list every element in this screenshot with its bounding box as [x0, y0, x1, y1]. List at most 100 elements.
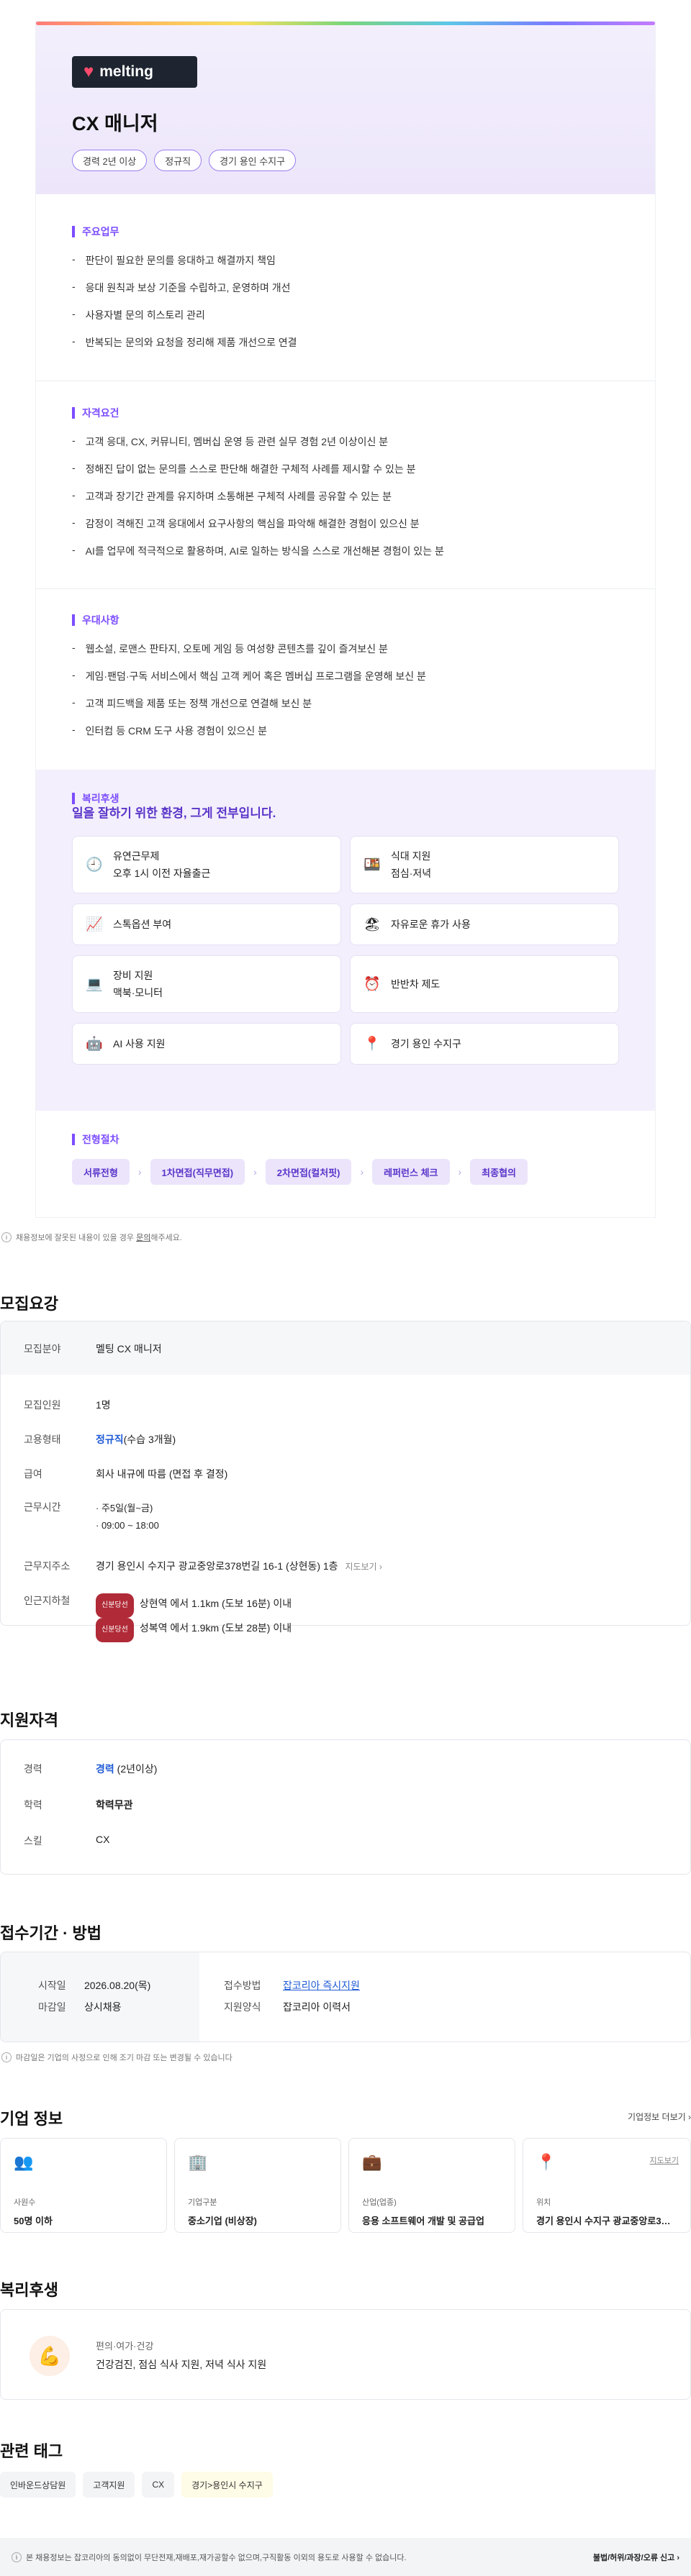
qualifications-section: 자격요건 - 고객 응대, CX, 커뮤니티, 멤버십 운영 등 관련 실무 경험…	[72, 406, 619, 557]
job-detail-card: ♥ melting CX 매니저 경력 2년 이상 정규직 경기 용인 수지구 …	[36, 22, 655, 1217]
section-bar	[72, 1134, 75, 1145]
period-heading: 접수기간 · 방법	[0, 1924, 101, 1942]
company-info-card: 💼 산업(업종) 응용 소프트웨어 개발 및 공급업	[348, 2138, 515, 2233]
section-bar	[72, 226, 75, 237]
list-item: - 웹소설, 로맨스 판타지, 오토메 게임 등 여성향 콘텐츠를 깊이 즐겨보신…	[72, 642, 388, 655]
inquiry-link[interactable]: 문의	[136, 1234, 150, 1242]
list-item: - 반복되는 문의와 요청을 정리해 제품 개선으로 연결	[72, 335, 297, 348]
list-item: - 게임·팬덤·구독 서비스에서 핵심 고객 케어 혹은 멤버십 프로그램을 운영…	[72, 669, 426, 682]
location-icon: 📍	[536, 2153, 556, 2171]
report-link[interactable]: 불법/허위/과장/오류 신고 ›	[593, 2552, 679, 2563]
company-logo: ♥ melting	[72, 56, 197, 88]
clock-icon: 🕘	[86, 857, 103, 873]
chevron-right-icon: ›	[137, 1166, 142, 1178]
company-info-card: 🏢 기업구분 중소기업 (비상장)	[174, 2138, 341, 2233]
chip-location: 경기 용인 수지구	[209, 150, 297, 171]
info-icon: i	[1, 2052, 12, 2062]
section-heading: 우대사항	[82, 614, 119, 626]
briefcase-icon: 💼	[362, 2153, 382, 2171]
pin-icon: 📍	[363, 1037, 381, 1052]
end-row: 마감일 상시채용	[38, 2001, 122, 2013]
job-chips: 경력 2년 이상 정규직 경기 용인 수지구	[72, 150, 297, 171]
period-box: 시작일 2026.08.20(목) 마감일 상시채용 접수방법 잡코리아 즉시지원 지…	[0, 1952, 691, 2042]
exp-row: 경력 경력 (2년이상)	[24, 1763, 158, 1775]
welfare-box: 💪 편의·여가·건강 건강검진, 점심 식사 지원, 저녁 식사 지원	[0, 2309, 691, 2400]
list-item: - 인터컴 등 CRM 도구 사용 경험이 있으신 분	[72, 724, 267, 737]
qualify-heading: 지원자격	[0, 1711, 58, 1729]
related-tag[interactable]: 고객지원	[83, 2472, 135, 2498]
skill-row: 스킬 CX	[24, 1834, 110, 1847]
qualify-box: 경력 경력 (2년이상) 학력 학력무관 스킬 CX	[0, 1739, 691, 1875]
welfare-heading: 복리후생	[0, 2281, 58, 2299]
list-item: - 고객 피드백을 제품 또는 정책 개선으로 연결해 보신 분	[72, 696, 312, 709]
building-icon: 🏢	[188, 2153, 208, 2171]
benefit-card: 🕘 유연근무제 오후 1시 이전 자율출근	[72, 836, 341, 893]
period-note: i 마감일은 기업의 사정으로 인해 조기 마감 또는 변경될 수 있습니다	[1, 2052, 232, 2063]
benefit-card: 🤖 AI 사용 지원	[72, 1023, 341, 1065]
benefit-card: 💻 장비 지원 맥북·모니터	[72, 955, 341, 1013]
chart-icon: 📈	[86, 917, 103, 932]
edu-row: 학력 학력무관	[24, 1799, 133, 1811]
company-info-card: 👥 사원수 50명 이하	[0, 2138, 167, 2233]
benefit-card: 📈 스톡옵션 부여	[72, 904, 341, 945]
type-row: 고용형태 정규직(수습 3개월)	[24, 1434, 176, 1445]
chevron-right-icon: ›	[253, 1166, 257, 1178]
list-item: - 고객과 장기간 관계를 유지하며 소통해본 구체적 사례를 공유할 수 있는 …	[72, 489, 392, 502]
footer: i 본 채용정보는 잡코리아의 동의없이 무단전재,재배포,재가공할수 없으며,…	[0, 2538, 691, 2576]
map-link[interactable]: 지도보기 ›	[345, 1562, 382, 1572]
section-heading: 자격요건	[82, 407, 119, 419]
section-bar	[72, 407, 75, 419]
benefit-card: 🏖 자유로운 휴가 사용	[350, 904, 619, 945]
salary-row: 급여 회사 내규에 따름 (면접 후 결정)	[24, 1468, 228, 1480]
section-heading: 주요업무	[82, 226, 119, 237]
chevron-right-icon: ›	[360, 1166, 364, 1178]
subway-row: 인근지하철 신분당선 상현역 에서 1.1km (도보 16분) 이내 신분당선 성복역…	[24, 1593, 292, 1642]
process-step: 1차면접(직무면접)	[150, 1159, 245, 1185]
job-title: CX 매니저	[72, 113, 158, 135]
benefit-card: 🍱 식대 지원 점심·저녁	[350, 836, 619, 893]
list-item: - 응대 원칙과 보상 기준을 수립하고, 운영하며 개선	[72, 281, 291, 293]
beach-icon: 🏖	[363, 917, 381, 932]
welfare-value: 건강검진, 점심 식사 지원, 저녁 식사 지원	[96, 2359, 267, 2370]
company-more-link[interactable]: 기업정보 더보기 ›	[628, 2111, 691, 2123]
list-item: - 판단이 필요한 문의를 응대하고 해결까지 책임	[72, 253, 276, 266]
related-tag[interactable]: CX	[142, 2472, 175, 2498]
heart-icon: ♥	[83, 62, 94, 81]
recruit-box: 모집분야 멜팅 CX 매니저 모집인원 1명 고용형태 정규직(수습 3개월) 급여 회…	[0, 1321, 691, 1642]
process-step: 2차면접(컬처핏)	[265, 1159, 352, 1185]
count-row: 모집인원 1명	[24, 1399, 111, 1411]
divider	[36, 588, 655, 589]
preferences-section: 우대사항 - 웹소설, 로맨스 판타지, 오토메 게임 등 여성향 콘텐츠를 깊이…	[72, 613, 619, 737]
list-item: - AI를 업무에 적극적으로 활용하며, AI로 일하는 방식을 스스로 개선해…	[72, 544, 444, 557]
company-heading: 기업 정보	[0, 2110, 63, 2128]
info-icon: i	[12, 2552, 22, 2562]
related-tag[interactable]: 인바운드상담원	[0, 2472, 76, 2498]
company-info-card: 📍 지도보기 위치 경기 용인시 수지구 광교중앙로3…	[523, 2138, 691, 2233]
benefit-card: ⏰ 반반차 제도	[350, 955, 619, 1013]
process-step: 최종협의	[470, 1159, 528, 1185]
robot-icon: 🤖	[86, 1037, 103, 1052]
list-item: - 사용자별 문의 히스토리 관리	[72, 308, 205, 321]
welfare-icon: 💪	[30, 2336, 70, 2376]
meal-icon: 🍱	[363, 857, 381, 873]
rainbow-bar	[36, 22, 655, 25]
related-tag[interactable]: 경기>용인시 수지구	[181, 2472, 273, 2498]
chip-employment: 정규직	[154, 150, 202, 171]
benefit-card: 📍 경기 용인 수지구	[350, 1023, 619, 1065]
logo-wordmark: melting	[99, 63, 153, 80]
duties-section: 주요업무 - 판단이 필요한 문의를 응대하고 해결까지 책임 - 응대 원칙과 보…	[72, 224, 619, 348]
laptop-icon: 💻	[86, 977, 103, 992]
apply-link[interactable]: 잡코리아 즉시지원	[283, 1978, 360, 1993]
method-row: 접수방법 잡코리아 즉시지원	[224, 1978, 360, 1993]
info-icon: i	[1, 1232, 12, 1242]
section-bar	[72, 614, 75, 626]
tag-list: 인바운드상담원 고객지원 CX 경기>용인시 수지구	[0, 2472, 273, 2498]
form-row: 지원양식 잡코리아 이력서	[224, 2001, 351, 2013]
recruit-heading: 모집요강	[0, 1295, 58, 1313]
welfare-category: 편의·여가·건강	[96, 2341, 154, 2352]
map-link[interactable]: 지도보기	[650, 2154, 679, 2166]
chevron-right-icon: ›	[458, 1166, 462, 1178]
hours-row: 근무시간 · 주5일(월~금) · 09:00 ~ 18:00	[24, 1501, 159, 1531]
address-row: 근무지주소 경기 용인시 수지구 광교중앙로378번길 16-1 (상현동) 1층…	[24, 1560, 382, 1572]
alarm-icon: ⏰	[363, 977, 381, 992]
